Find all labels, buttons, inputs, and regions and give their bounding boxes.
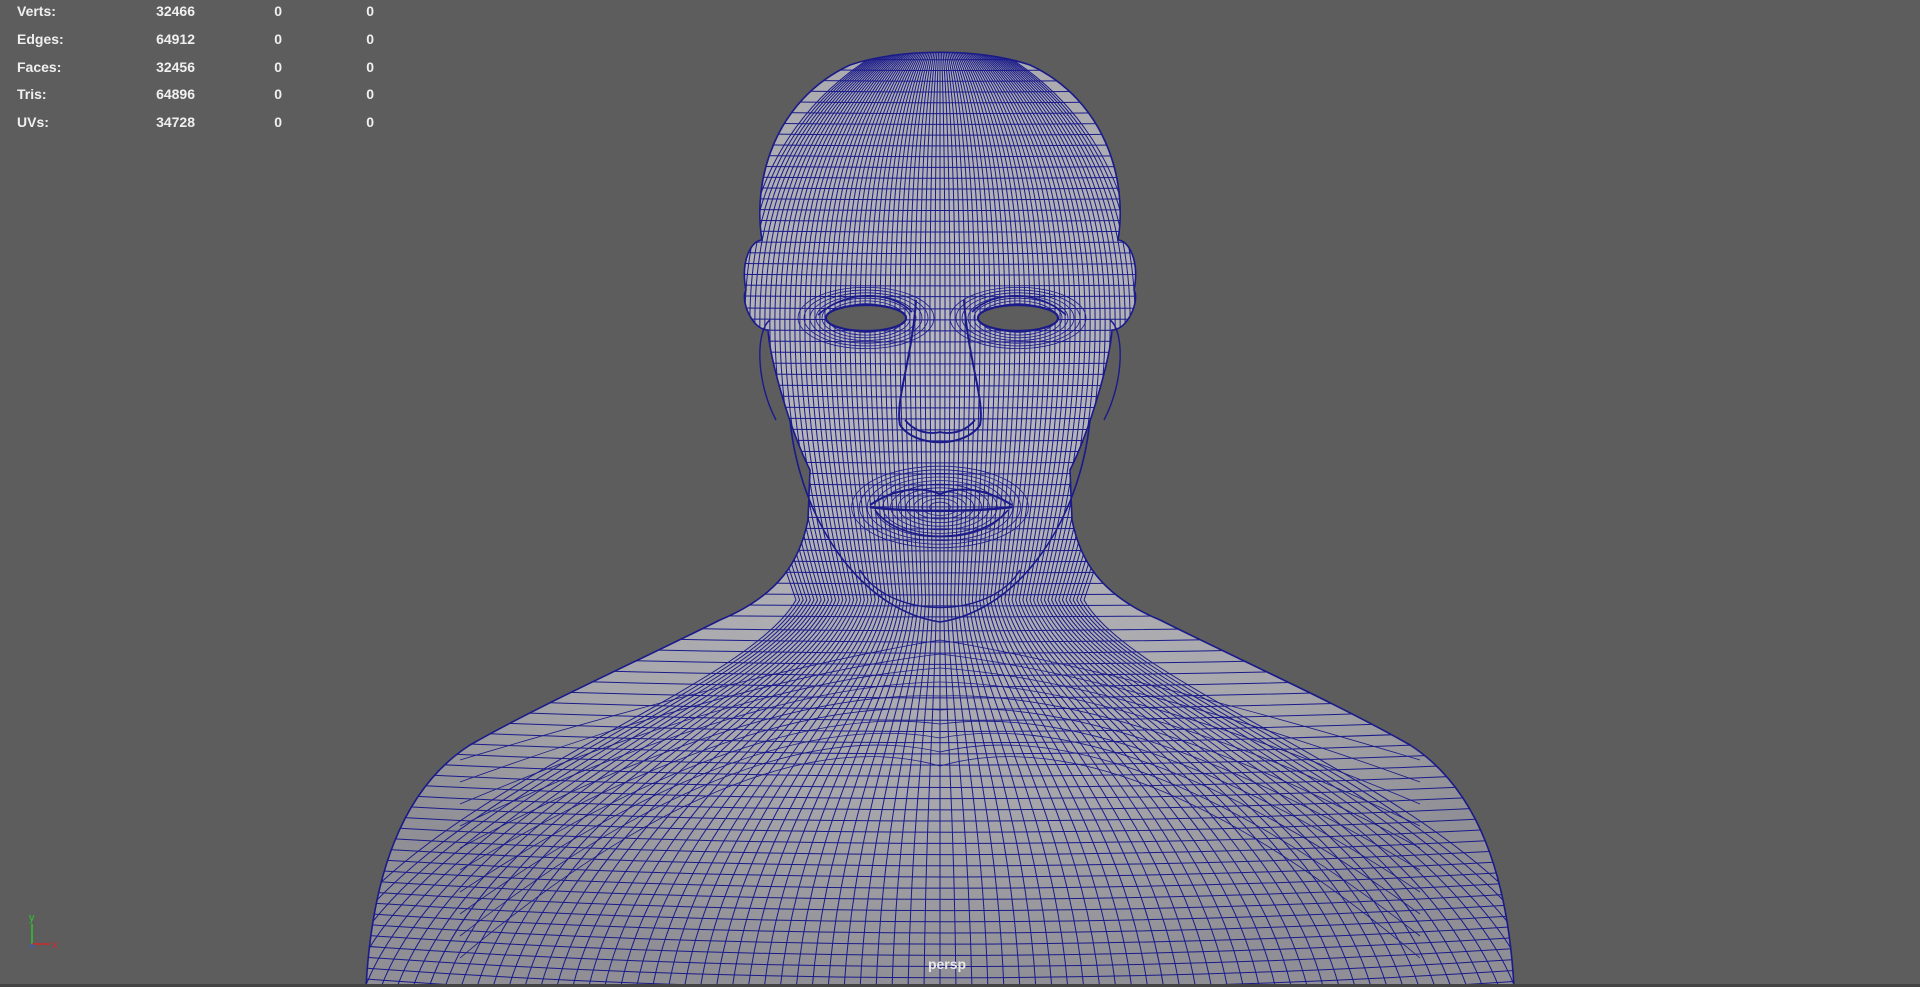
hud-selected: 0 bbox=[274, 86, 282, 103]
hud-selected: 0 bbox=[274, 58, 282, 75]
hud-label: Edges: bbox=[17, 30, 64, 47]
hud-total: 64912 bbox=[156, 30, 195, 47]
hud-selected: 0 bbox=[274, 114, 282, 131]
axis-y-label: y bbox=[29, 912, 35, 924]
axis-gizmo-icon: y x bbox=[29, 912, 58, 951]
hud-component: 0 bbox=[366, 86, 374, 103]
hud-total: 64896 bbox=[156, 86, 195, 103]
hud-total: 34728 bbox=[156, 114, 195, 131]
left-eye bbox=[824, 303, 908, 333]
right-eye bbox=[976, 303, 1060, 333]
perspective-viewport[interactable]: Verts: 32466 0 0 Edges: 64912 0 0 Faces:… bbox=[0, 0, 1920, 987]
hud-label: Verts: bbox=[17, 3, 56, 19]
hud-component: 0 bbox=[366, 58, 374, 75]
hud-label: Tris: bbox=[17, 86, 47, 103]
hud-component: 0 bbox=[366, 30, 374, 47]
hud-selected: 0 bbox=[274, 3, 282, 19]
hud-total: 32466 bbox=[156, 3, 195, 19]
hud-component: 0 bbox=[366, 114, 374, 131]
wireframe-head-mesh[interactable] bbox=[0, 0, 1920, 987]
hud-total: 32456 bbox=[156, 58, 195, 75]
hud-selected: 0 bbox=[274, 30, 282, 47]
hud-component: 0 bbox=[366, 3, 374, 19]
hud-label: UVs: bbox=[17, 114, 49, 131]
axis-x-label: x bbox=[52, 939, 58, 951]
camera-name-label: persp bbox=[927, 956, 967, 972]
hud-label: Faces: bbox=[17, 58, 62, 75]
